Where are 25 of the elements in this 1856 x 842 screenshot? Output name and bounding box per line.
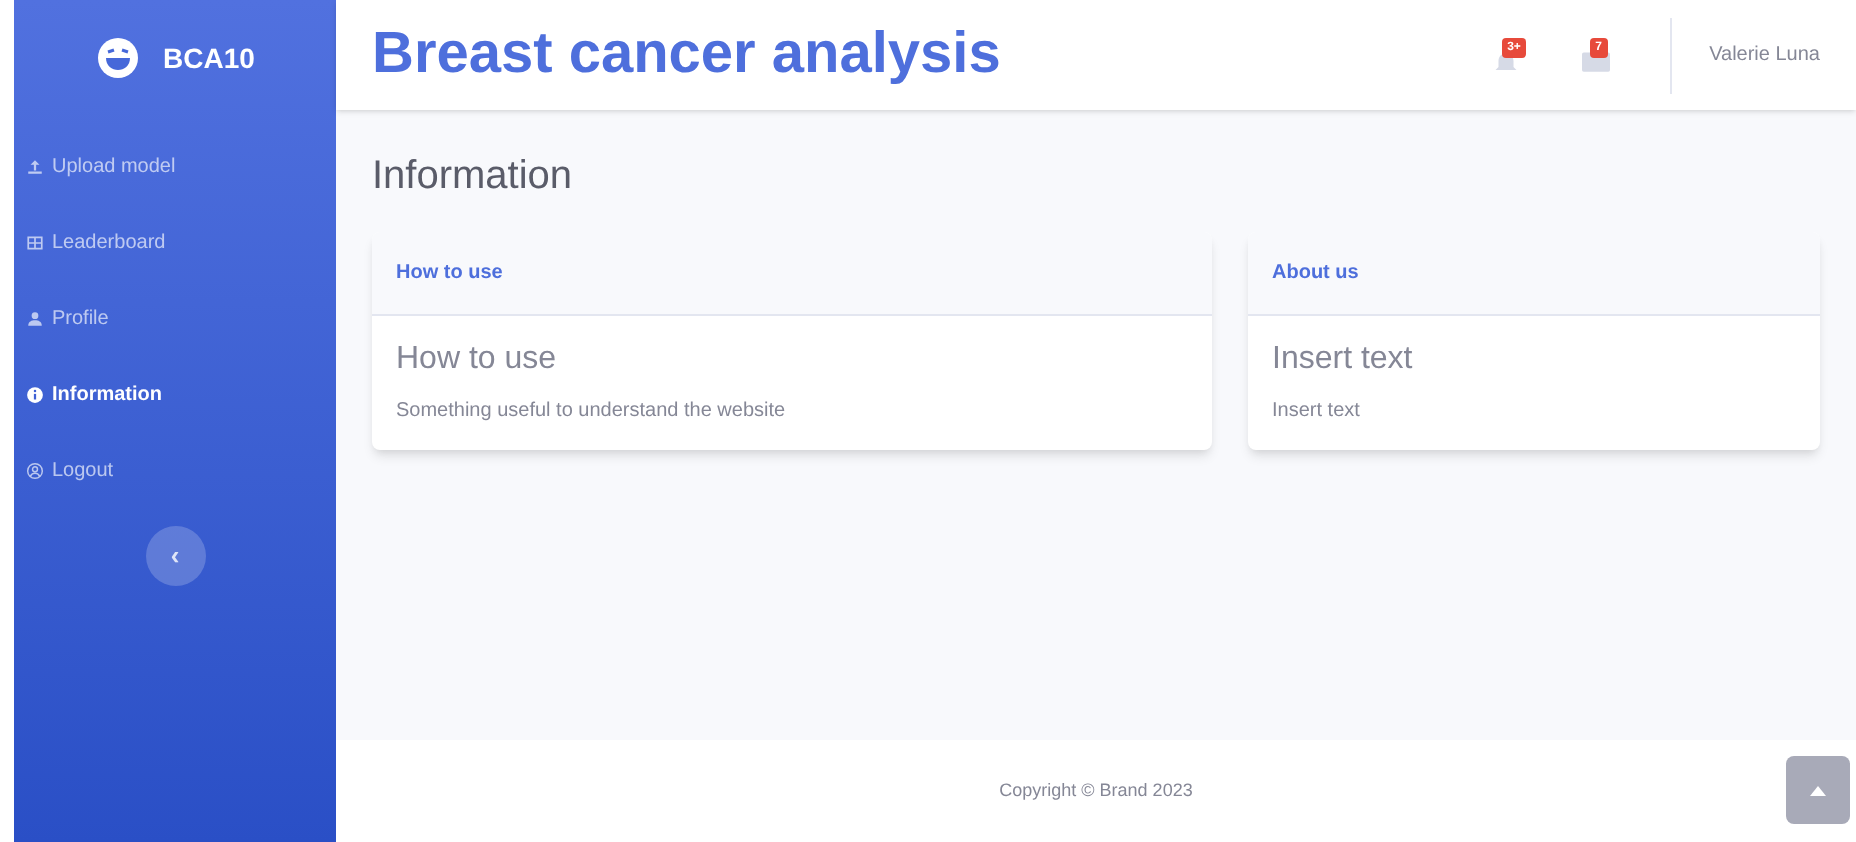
collapse-sidebar-button[interactable]: ‹ — [145, 526, 205, 586]
user-circle-icon — [26, 461, 44, 479]
sidebar-item[interactable]: Leaderboard — [14, 204, 336, 280]
copyright-text: Copyright © Brand 2023 — [999, 777, 1193, 804]
sidebar-item[interactable]: Information — [14, 356, 336, 432]
table-icon — [26, 233, 44, 251]
upload-icon — [26, 157, 44, 175]
card-header-title: About us — [1272, 260, 1359, 288]
scroll-to-top-button[interactable] — [1786, 756, 1850, 824]
info-icon — [26, 385, 44, 403]
user-icon — [26, 309, 44, 327]
card-title: Insert text — [1272, 340, 1415, 380]
section-heading: Information — [372, 152, 575, 202]
user-name[interactable]: Valerie Luna — [1709, 40, 1820, 70]
sidebar-item[interactable]: Logout — [14, 432, 336, 508]
brand-name[interactable]: BCA10 — [163, 37, 255, 79]
page-title: Breast cancer analysis — [372, 19, 1003, 90]
card-text: Insert text — [1272, 398, 1362, 426]
card-text: Something useful to understand the website — [396, 398, 788, 426]
sidebar-item[interactable]: Upload model — [14, 128, 336, 204]
caret-up-icon — [1810, 785, 1826, 795]
smiley-logo-icon — [95, 36, 140, 80]
card-header-title: How to use — [396, 260, 503, 288]
card-title: How to use — [396, 340, 559, 380]
sidebar-item[interactable]: Profile — [14, 280, 336, 356]
